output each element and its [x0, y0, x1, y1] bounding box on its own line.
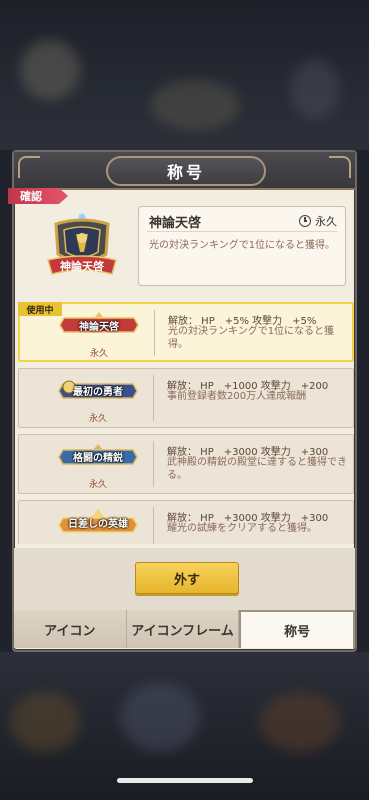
row-divider	[153, 507, 154, 544]
row-divider	[153, 441, 154, 487]
detail-duration-label: 永久	[315, 215, 337, 228]
title-description: 事前登録者数200万人達成報酬	[167, 391, 307, 402]
title-description: 光の対決ランキングで1位になると獲得。	[168, 326, 335, 350]
title-row-active[interactable]: 使用中 神論天啓 永久 解放： HP +5% 攻撃力 +5% 光の対決ランキング…	[18, 302, 354, 362]
badge-label: 神論天啓	[79, 321, 119, 333]
tab-icon[interactable]: アイコン	[14, 610, 127, 648]
detail-duration: 永久	[299, 213, 337, 229]
ornament-corner-left	[18, 156, 40, 178]
badge-label: 日差しの英雄	[68, 518, 128, 530]
title-list[interactable]: 使用中 神論天啓 永久 解放： HP +5% 攻撃力 +5% 光の対決ランキング…	[18, 302, 354, 544]
detail-divider	[147, 231, 337, 232]
home-indicator[interactable]	[117, 778, 253, 783]
badge-label: 格闘の精鋭	[73, 452, 123, 464]
panel-title: 称号	[166, 163, 205, 182]
ornament-corner-right	[329, 156, 351, 178]
remove-title-button[interactable]: 外す	[135, 562, 239, 594]
title-duration: 永久	[89, 414, 108, 424]
title-badge-icon: 格闘の精鋭	[57, 443, 139, 469]
in-use-badge: 使用中	[18, 302, 62, 316]
row-divider	[154, 310, 155, 356]
tab-icon-frame[interactable]: アイコンフレーム	[126, 610, 240, 648]
background-decoration	[20, 40, 80, 100]
crest-icon: 神論天啓	[42, 208, 122, 288]
detail-badge-text: 神論天啓	[60, 259, 105, 273]
game-background-top	[0, 0, 369, 150]
panel-header: 称号	[14, 152, 355, 190]
background-decoration	[120, 682, 200, 752]
title-row[interactable]: 格闘の精鋭 永久 解放： HP +3000 攻撃力 +300 武神殿の精鋭の殿堂…	[18, 434, 354, 494]
background-decoration	[150, 80, 240, 130]
title-row[interactable]: 日差しの英雄 解放： HP +3000 攻撃力 +300 耀光の試練をクリアする…	[18, 500, 354, 544]
title-description: 武神殿の精鋭の殿堂に達すると獲得できる。	[167, 457, 347, 481]
title-badge-icon: 日差しの英雄	[57, 509, 139, 535]
background-decoration	[290, 60, 340, 120]
clock-icon	[299, 215, 311, 227]
background-decoration	[10, 692, 80, 752]
row-divider	[153, 375, 154, 421]
title-duration: 永久	[90, 349, 109, 359]
title-badge-icon: 最初の勇者	[57, 377, 139, 403]
badge-label: 最初の勇者	[73, 386, 123, 398]
title-duration: 永久	[89, 480, 108, 490]
panel-footer: 外す	[14, 548, 355, 610]
background-decoration	[260, 692, 340, 752]
title-description: 耀光の試練をクリアすると獲得。	[167, 523, 317, 534]
title-badge-icon: 神論天啓	[58, 312, 140, 338]
confirm-tag: 確認	[8, 188, 68, 204]
title-detail-box: 神論天啓 永久 光の対決ランキングで1位になると獲得。	[138, 206, 346, 286]
panel-title-plate: 称号	[106, 156, 266, 186]
title-panel: 称号 確認 神論天啓 神論天啓 永久 光の対決ランキングで1位になると獲得。 使…	[8, 150, 357, 652]
detail-title-name: 神論天啓	[149, 216, 202, 231]
title-row[interactable]: 最初の勇者 永久 解放： HP +1000 攻撃力 +200 事前登録者数200…	[18, 368, 354, 428]
tab-bar: アイコン アイコンフレーム 称号	[14, 610, 356, 648]
tab-title[interactable]: 称号	[239, 610, 356, 648]
detail-description: 光の対決ランキングで1位になると獲得。	[149, 240, 336, 251]
